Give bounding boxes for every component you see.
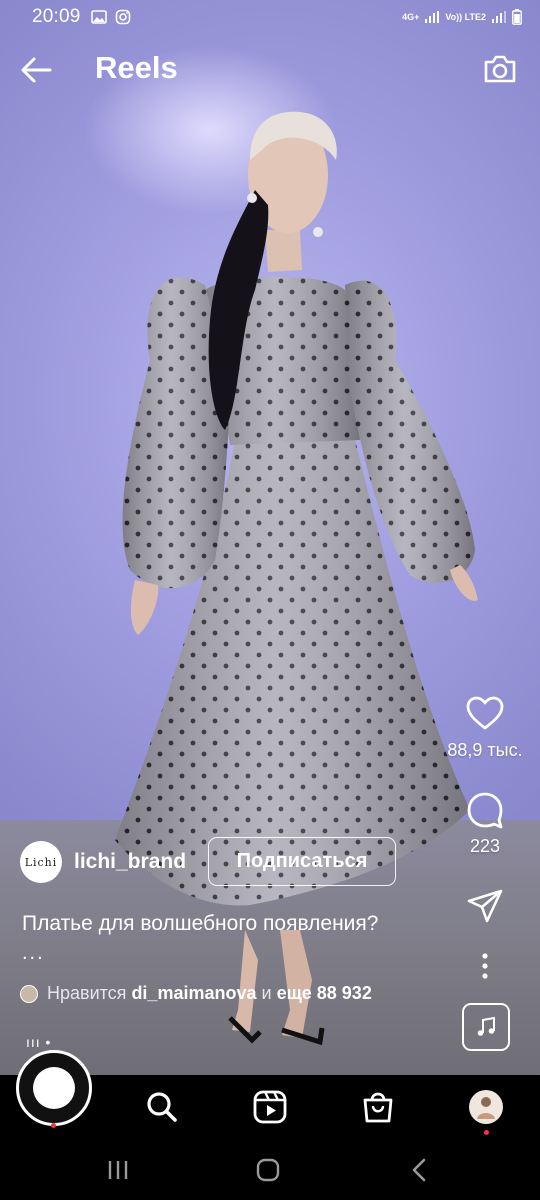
liked-by[interactable]: Нравится di_maimanova и еще 88 932 [20, 983, 372, 1004]
network-type-label: 4G+ [402, 11, 420, 22]
reels-icon[interactable] [252, 1089, 288, 1125]
liked-by-rest[interactable]: еще 88 932 [277, 983, 372, 1004]
follow-button[interactable]: Подписаться [208, 837, 396, 886]
recent-apps-icon[interactable] [102, 1154, 134, 1186]
reels-header: Reels [0, 40, 540, 98]
search-icon[interactable] [144, 1089, 180, 1125]
more-action [430, 946, 540, 986]
author-avatar[interactable]: Lichi [20, 841, 62, 883]
liked-by-and: и [261, 983, 272, 1003]
profile-avatar[interactable] [468, 1089, 504, 1125]
post-author: Lichi lichi_brand [20, 838, 186, 886]
record-notification-dot [51, 1123, 56, 1128]
battery-icon [512, 9, 522, 25]
comments-count: 223 [469, 836, 501, 856]
status-bar: 20:09 4G+ Vo)) LTE2 [0, 0, 540, 34]
arrow-left-icon[interactable] [18, 52, 54, 88]
shop-icon[interactable] [360, 1089, 396, 1125]
home-icon[interactable] [252, 1154, 284, 1186]
like-action: 88,9 тыс. [430, 694, 540, 761]
video-progress-indicator: ııı • [26, 1034, 52, 1050]
caption-more[interactable]: ... [22, 942, 45, 965]
status-notification-icons [90, 9, 131, 25]
instagram-icon [115, 9, 130, 25]
status-right-indicators: 4G+ Vo)) LTE2 [402, 9, 522, 25]
record-button[interactable] [16, 1050, 92, 1126]
gallery-icon [90, 10, 107, 24]
signal-icon-2 [492, 11, 506, 23]
post-caption[interactable]: Платье для волшебного появления? [22, 912, 462, 936]
send-icon[interactable] [465, 886, 505, 926]
music-note-icon [477, 1016, 495, 1036]
audio-button[interactable] [462, 1003, 510, 1051]
lte-label: Vo)) LTE2 [445, 11, 486, 22]
status-time: 20:09 [32, 6, 81, 27]
comment-action: 223 [430, 790, 540, 857]
likes-count: 88,9 тыс. [447, 740, 523, 760]
more-vertical-icon[interactable] [465, 946, 505, 986]
liker-avatar [20, 984, 38, 1003]
page-title: Reels [95, 50, 178, 85]
profile-notification-dot [484, 1130, 489, 1135]
record-button-inner [33, 1067, 75, 1109]
comment-icon[interactable] [465, 790, 505, 830]
author-username[interactable]: lichi_brand [74, 850, 186, 874]
system-navigation-bar [0, 1140, 540, 1200]
liked-by-prefix: Нравится [47, 983, 127, 1003]
camera-icon[interactable] [482, 51, 518, 87]
liked-by-user[interactable]: di_maimanova [131, 983, 256, 1004]
heart-icon[interactable] [465, 694, 505, 734]
signal-icon [425, 11, 440, 23]
back-icon[interactable] [404, 1154, 436, 1186]
